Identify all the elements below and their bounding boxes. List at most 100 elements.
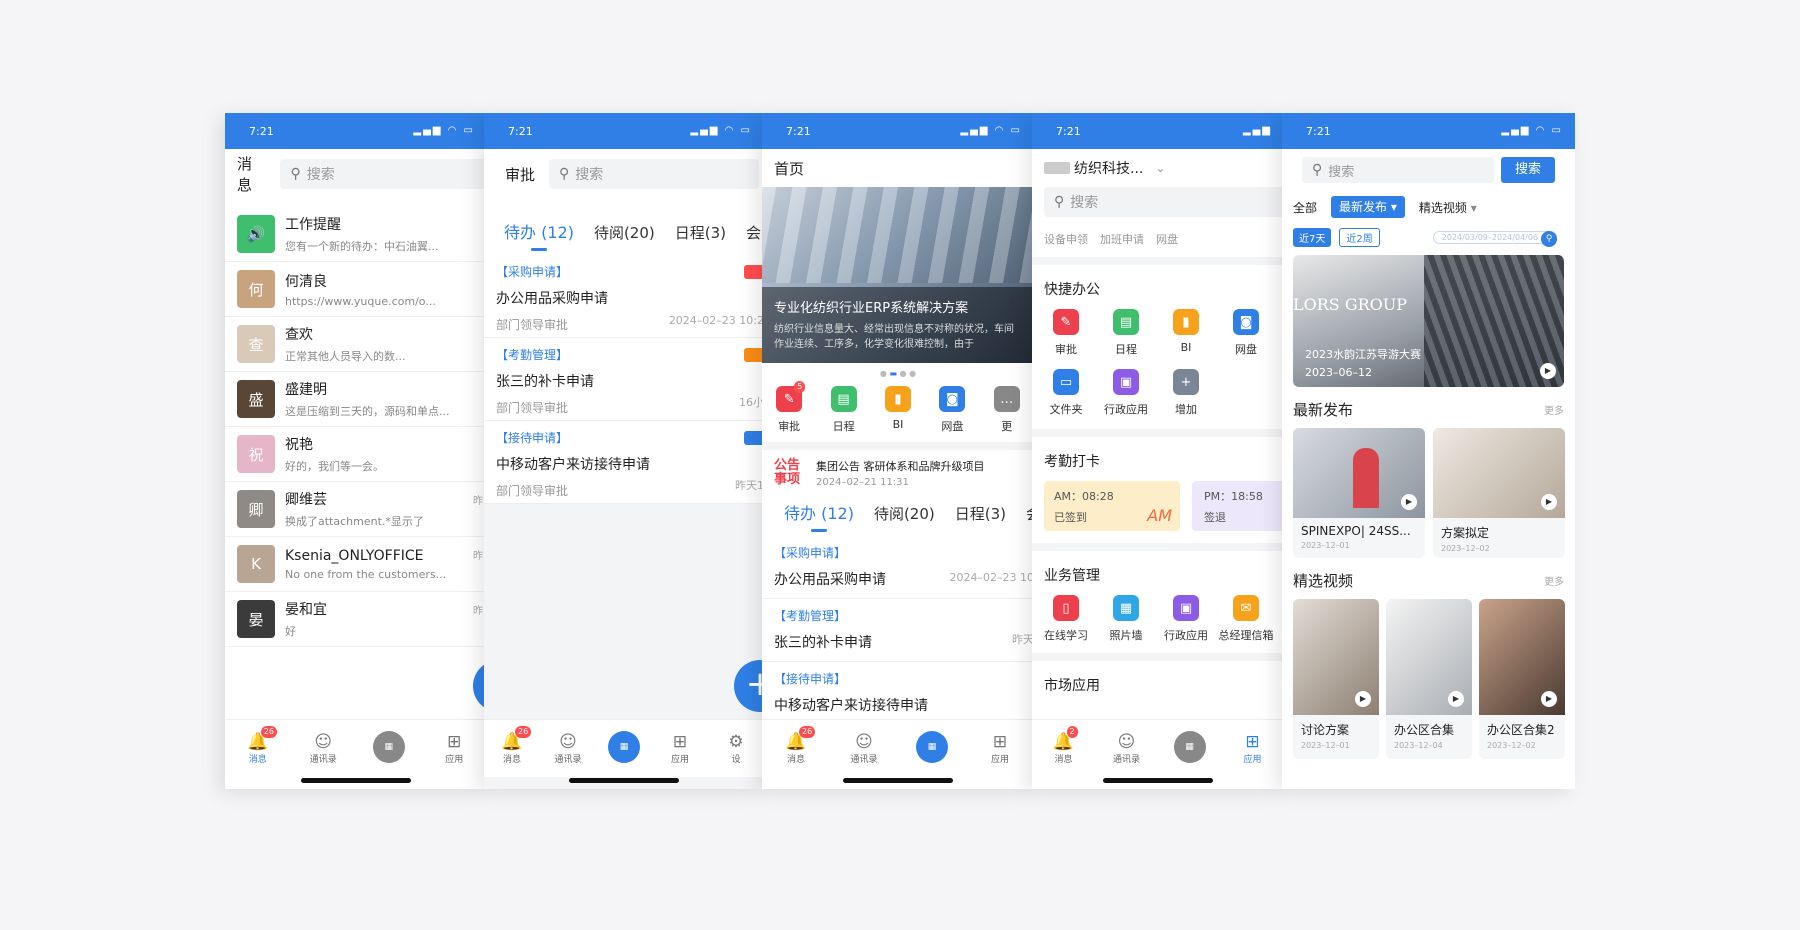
list-item[interactable]: 【考勤管理】 张三的补卡申请 部门领导审批 16小 <box>484 338 764 421</box>
search-button[interactable]: 搜索 <box>1500 157 1555 183</box>
message-time: 昨 <box>473 606 483 617</box>
list-item[interactable]: 🔊 工作提醒 您有一个新的待办：中石油翼... <box>225 207 487 262</box>
tab-scan[interactable]: ▦ <box>1167 730 1213 763</box>
video-thumbnail: ▶ <box>1479 599 1565 715</box>
filter-latest[interactable]: 最新发布 ▾ <box>1331 196 1405 218</box>
tab-contacts[interactable]: ☺ 通讯录 <box>545 732 591 765</box>
avatar: 祝 <box>237 435 275 473</box>
search-input[interactable]: ⚲ 搜索 <box>1044 187 1284 217</box>
play-icon: ▶ <box>1401 494 1417 510</box>
tab-contacts[interactable]: ☺ 通讯录 <box>841 732 887 765</box>
banner[interactable]: 专业化纺织行业ERP系统解决方案 纺织行业信息量大、经常出现信息不对称的状况，车… <box>762 187 1034 363</box>
tab-apps[interactable]: ⊞ 应用 <box>431 732 477 765</box>
app-approval[interactable]: ✎ 5 审批 <box>776 381 806 434</box>
chip-2-weeks[interactable]: 近2周 <box>1339 227 1380 247</box>
search-input[interactable]: ⚲ 搜索 <box>1302 157 1494 183</box>
carousel-dots[interactable]: ● ▬ ● ● <box>762 369 1034 378</box>
app-approval[interactable]: ✎ 审批 <box>1036 309 1096 357</box>
video-card[interactable]: ▶ SPINEXPO| 24SS... 2023–12–01 <box>1293 428 1425 558</box>
caret-down-icon: ▾ <box>1470 200 1477 215</box>
app-bi[interactable]: ▮ BI <box>884 386 911 434</box>
hero-brand: LORS GROUP <box>1293 295 1408 314</box>
list-item[interactable]: 【采购申请】 办公用品采购申请 部门领导审批 2024–02–23 10:2 <box>484 255 764 338</box>
org-switcher[interactable]: 纺织科技... ⌄ <box>1032 149 1284 187</box>
message-time: 昨 <box>473 496 483 507</box>
tab-settings[interactable]: ⚙ 设 <box>713 732 759 765</box>
list-item[interactable]: 【接待申请】 中移动客户来访接待申请 部门领导审批 昨天1 <box>484 421 764 504</box>
tab-contacts[interactable]: ☺ 通讯录 <box>1104 732 1150 765</box>
hero-video[interactable]: LORS GROUP 2023水韵江苏导游大赛 2023–06–12 ▶ <box>1293 255 1564 387</box>
list-item[interactable]: 卿 卿维芸 换成了attachment.*显示了 昨 <box>225 482 487 537</box>
add-button[interactable]: + <box>734 660 764 712</box>
tab-apps[interactable]: ⊞ 应用 <box>657 732 703 765</box>
app-admin[interactable]: ▣ 行政应用 <box>1096 369 1156 417</box>
tab-meeting[interactable]: 会 <box>746 222 761 255</box>
tab-scan[interactable]: ▦ <box>366 730 412 763</box>
filter-all[interactable]: 全部 <box>1293 199 1317 216</box>
tab-todo[interactable]: 待办 (12) <box>504 219 574 255</box>
play-icon[interactable]: ▶ <box>1540 363 1556 379</box>
quick-link[interactable]: 设备申领 <box>1044 231 1088 247</box>
video-card[interactable]: ▶ 办公区合集2 2023–12–02 <box>1479 599 1565 759</box>
list-item[interactable]: 【考勤管理】 张三的补卡申请 昨天 <box>762 599 1034 662</box>
tab-messages[interactable]: 🔔 26 消息 <box>489 726 535 765</box>
am-check-card[interactable]: AM：08:28 已签到 AM <box>1044 481 1180 531</box>
date-range-input[interactable]: 2024/03/09–2024/04/06 ⚲ <box>1432 230 1557 247</box>
app-folder[interactable]: ▭ 文件夹 <box>1036 369 1096 417</box>
disk-icon: ◙ <box>1233 309 1259 335</box>
tab-to-read[interactable]: 待阅(20) <box>594 222 655 255</box>
app-netdisk[interactable]: ◙ 网盘 <box>1216 309 1276 357</box>
tab-apps[interactable]: ⊞ 应用 <box>1230 732 1276 765</box>
tab-bar: 🔔 26 消息 ☺ 通讯录 ▦ ⊞ 应用 <box>762 719 1034 777</box>
approval-icon: ✎ <box>1053 309 1079 335</box>
app-learning[interactable]: ▯ 在线学习 <box>1036 595 1096 643</box>
list-item[interactable]: 查 查欢 正常其他人员导入的数... <box>225 317 487 372</box>
list-item[interactable]: 祝 祝艳 好的，我们等一会。 <box>225 427 487 482</box>
tab-messages[interactable]: 🔔 26 消息 <box>773 726 819 765</box>
app-add[interactable]: + 增加 <box>1156 369 1216 417</box>
pm-check-card[interactable]: PM：18:58 签退 <box>1192 481 1284 531</box>
tab-apps[interactable]: ⊞ 应用 <box>977 732 1023 765</box>
more-link[interactable]: 更多 <box>1544 573 1564 588</box>
avatar: K <box>237 545 275 583</box>
chip-7-days[interactable]: 近7天 <box>1293 227 1332 247</box>
app-schedule[interactable]: ▤ 日程 <box>1096 309 1156 357</box>
app-admin[interactable]: ▣ 行政应用 <box>1156 595 1216 643</box>
video-card[interactable]: ▶ 办公区合集 2023–12–04 <box>1386 599 1472 759</box>
quick-link[interactable]: 网盘 <box>1156 231 1178 247</box>
tab-bar: 🔔 26 消息 ☺ 通讯录 ▦ ⊞ 应用 <box>225 719 487 777</box>
video-card[interactable]: ▶ 讨论方案 2023–12–01 <box>1293 599 1379 759</box>
app-bi[interactable]: ▮ BI <box>1156 309 1216 357</box>
list-item[interactable]: 晏 晏和宜好 昨 <box>225 592 487 647</box>
app-photo-wall[interactable]: ▦ 照片墙 <box>1096 595 1156 643</box>
play-icon: ▶ <box>1355 691 1371 707</box>
search-input[interactable]: ⚲ 搜索 <box>280 159 487 189</box>
video-thumbnail: ▶ <box>1293 599 1379 715</box>
tab-messages[interactable]: 🔔 26 消息 <box>235 726 281 765</box>
quick-link[interactable]: 加班申请 <box>1100 231 1144 247</box>
phone-workbench: 7:21 ▂▄▆ 纺织科技... ⌄ ⚲ 搜索 设备申领 加班申请 网盘 快捷办… <box>1032 113 1284 789</box>
list-item[interactable]: 何 何清良 https://www.yuque.com/o... <box>225 262 487 317</box>
tab-scan[interactable]: ▦ <box>601 730 647 763</box>
app-more[interactable]: … 更 <box>993 386 1020 434</box>
tab-scan[interactable]: ▦ <box>909 730 955 763</box>
app-schedule[interactable]: ▤ 日程 <box>830 386 857 434</box>
more-link[interactable]: 更多 <box>1544 402 1564 417</box>
video-card[interactable]: ▶ 方案拟定 2023–12–02 <box>1433 428 1565 558</box>
book-icon: ▯ <box>1053 595 1079 621</box>
tab-messages[interactable]: 🔔 2 消息 <box>1041 726 1087 765</box>
tab-schedule[interactable]: 日程(3) <box>675 222 726 255</box>
list-item[interactable]: K Ksenia_ONLYOFFICE No one from the custo… <box>225 537 487 592</box>
contacts-icon: ☺ <box>1117 732 1136 752</box>
filter-featured[interactable]: 精选视频 ▾ <box>1419 199 1477 216</box>
tab-contacts[interactable]: ☺ 通讯录 <box>300 732 346 765</box>
app-netdisk[interactable]: ◙ 网盘 <box>939 386 966 434</box>
qr-code-icon: ▦ <box>372 730 405 763</box>
search-input[interactable]: ⚲ 搜索 <box>549 159 760 189</box>
app-gm-mailbox[interactable]: ✉ 总经理信箱 <box>1216 595 1276 643</box>
list-item[interactable]: 【接待申请】 中移动客户来访接待申请 <box>762 662 1034 725</box>
notice-bar[interactable]: 公告事项 集团公告 客研体系和品牌升级项目 2024–02–21 11:31 <box>762 450 1034 496</box>
list-item[interactable]: 盛 盛建明 这是压缩到三天的，源码和单点... <box>225 372 487 427</box>
list-item[interactable]: 【采购申请】 办公用品采购申请 2024–02–23 10 <box>762 536 1034 599</box>
avatar: 何 <box>237 270 275 308</box>
